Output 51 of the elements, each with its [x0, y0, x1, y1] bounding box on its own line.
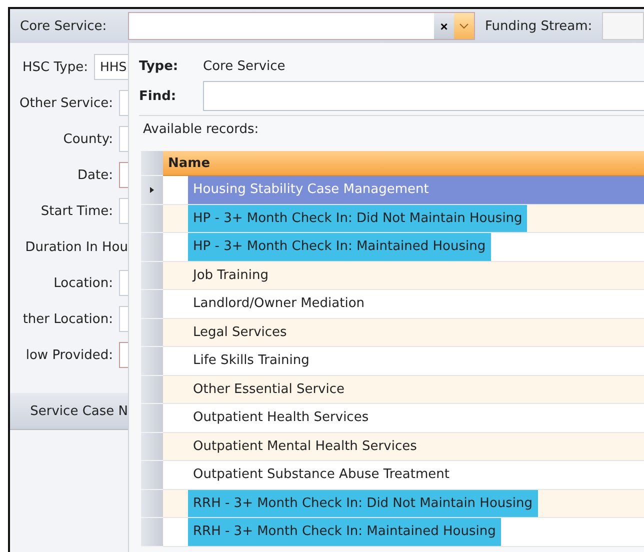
- row-selector[interactable]: [141, 432, 163, 461]
- input-field[interactable]: [119, 306, 128, 332]
- column-header[interactable]: Name: [163, 151, 644, 176]
- input-field[interactable]: [119, 198, 128, 224]
- available-records-label: Available records:: [139, 115, 644, 143]
- table-row[interactable]: HP - 3+ Month Check In: Maintained Housing: [188, 233, 491, 260]
- field-label: ther Location:: [22, 312, 113, 326]
- row-selector[interactable]: [141, 204, 163, 233]
- clear-button[interactable]: ×: [434, 13, 454, 39]
- input-field[interactable]: HHS: [94, 54, 128, 80]
- section-title: Service Case N: [30, 404, 128, 418]
- input-field[interactable]: [119, 342, 128, 368]
- input-field[interactable]: [119, 162, 128, 188]
- table-row[interactable]: RRH - 3+ Month Check In: Maintained Housing: [188, 518, 501, 546]
- row-selector[interactable]: [141, 176, 163, 204]
- field-label: Duration In Hou: [25, 240, 128, 254]
- type-value: Core Service: [203, 58, 286, 74]
- row-selector[interactable]: [141, 490, 163, 518]
- row-selector[interactable]: [141, 262, 163, 290]
- field-label: Location:: [54, 276, 113, 290]
- caret-icon: [459, 23, 469, 29]
- row-selector[interactable]: [141, 376, 163, 404]
- type-label: Type:: [139, 58, 180, 74]
- find-label: Find:: [139, 88, 178, 104]
- funding-stream-label: Funding Stream:: [484, 18, 594, 34]
- find-field[interactable]: [203, 81, 644, 111]
- row-selector[interactable]: [141, 518, 163, 546]
- field-label: Date:: [78, 168, 113, 182]
- core-service-dropdown[interactable]: ×: [128, 12, 475, 40]
- field-label: County:: [63, 132, 113, 146]
- table-row[interactable]: HP - 3+ Month Check In: Did Not Maintain Housing: [188, 204, 528, 232]
- table-row[interactable]: RRH - 3+ Month Check In: Did Not Maintain Housing: [188, 490, 538, 517]
- row-selector[interactable]: [141, 233, 163, 262]
- input-field[interactable]: [119, 270, 128, 296]
- row-selector[interactable]: [141, 347, 163, 376]
- funding-stream-field[interactable]: [602, 12, 644, 40]
- table-row[interactable]: Job Training: [188, 262, 274, 289]
- input-field[interactable]: [119, 126, 128, 152]
- input-field[interactable]: [119, 90, 128, 116]
- core-service-label: Core Service:: [19, 18, 108, 34]
- current-row-icon: [150, 186, 154, 193]
- field-label: Other Service:: [20, 96, 113, 110]
- row-selector[interactable]: [141, 461, 163, 490]
- row-selector[interactable]: [141, 290, 163, 318]
- row-header-cell: [141, 151, 163, 176]
- row-selector[interactable]: [141, 318, 163, 347]
- field-label: Start Time:: [40, 204, 113, 218]
- field-label: HSC Type:: [22, 60, 88, 74]
- dropdown-button[interactable]: [454, 13, 474, 39]
- field-label: low Provided:: [26, 348, 113, 362]
- row-selector[interactable]: [141, 404, 163, 432]
